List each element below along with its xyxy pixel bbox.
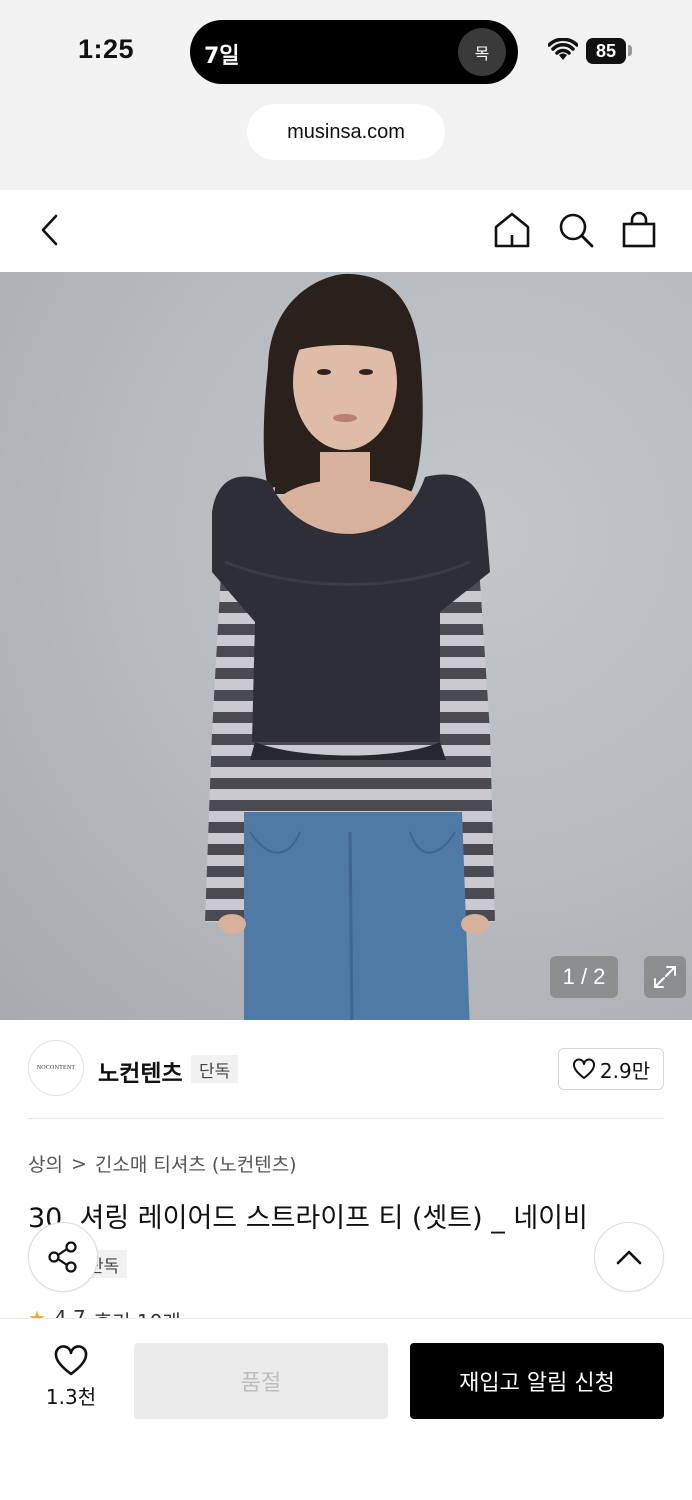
heart-icon [572,1058,595,1079]
brand-exclusive-tag: 단독 [191,1055,239,1083]
wishlist-count: 1.3천 [45,1385,97,1409]
app-header [0,190,692,272]
chevron-left-icon [41,214,58,246]
wifi-icon [548,38,578,60]
home-icon [494,212,530,248]
divider [28,1118,664,1119]
product-photo [205,273,495,1020]
shopping-bag-icon [622,211,656,248]
product-image[interactable]: 1 / 2 [0,272,692,1020]
search-icon [559,213,594,248]
breadcrumb-subcategory[interactable]: 긴소매 티셔츠 (노컨텐츠) [95,1150,297,1177]
scroll-top-button[interactable] [594,1222,664,1292]
wishlist-button[interactable]: 1.3천 [36,1345,106,1415]
expand-image-button[interactable] [644,956,686,998]
battery-indicator: 85 [586,38,626,64]
breadcrumb-category[interactable]: 상의 [28,1150,63,1177]
share-button[interactable] [28,1222,98,1292]
brand-like-count: 2.9만 [599,1058,651,1083]
brand-name[interactable]: 노컨텐츠 [98,1054,183,1088]
status-time: 1:25 [78,34,135,64]
cart-button[interactable] [613,204,665,256]
heart-icon [54,1345,88,1376]
brand-row: NOCONTENT 노컨텐츠 단독 2.9만 [28,1040,664,1100]
back-button[interactable] [24,204,76,256]
dynamic-island[interactable]: 7일 목 [190,20,518,84]
home-button[interactable] [486,204,538,256]
chevron-up-icon [616,1250,642,1265]
breadcrumb: 상의 > 긴소매 티셔츠 (노컨텐츠) [28,1150,297,1177]
brand-like-button[interactable]: 2.9만 [558,1048,664,1090]
product-title: 30. 셔링 레이어드 스트라이프 티 (셋트) _ 네이비 [28,1203,588,1234]
top-chrome: 1:25 7일 목 85 musinsa.com [0,0,692,190]
restock-alert-button[interactable]: 재입고 알림 신청 [410,1343,664,1419]
search-button[interactable] [550,204,602,256]
bottom-action-bar: 1.3천 품절 재입고 알림 신청 [0,1318,692,1500]
soldout-button: 품절 [134,1343,388,1419]
expand-icon [654,966,676,988]
brand-logo[interactable]: NOCONTENT [28,1040,84,1096]
breadcrumb-separator: > [70,1152,87,1175]
island-badge: 목 [458,28,506,76]
island-text: 7일 [204,44,240,69]
url-bar[interactable]: musinsa.com [247,104,445,160]
image-counter: 1 / 2 [550,956,618,998]
share-icon [48,1241,77,1273]
battery-cap [628,45,632,56]
